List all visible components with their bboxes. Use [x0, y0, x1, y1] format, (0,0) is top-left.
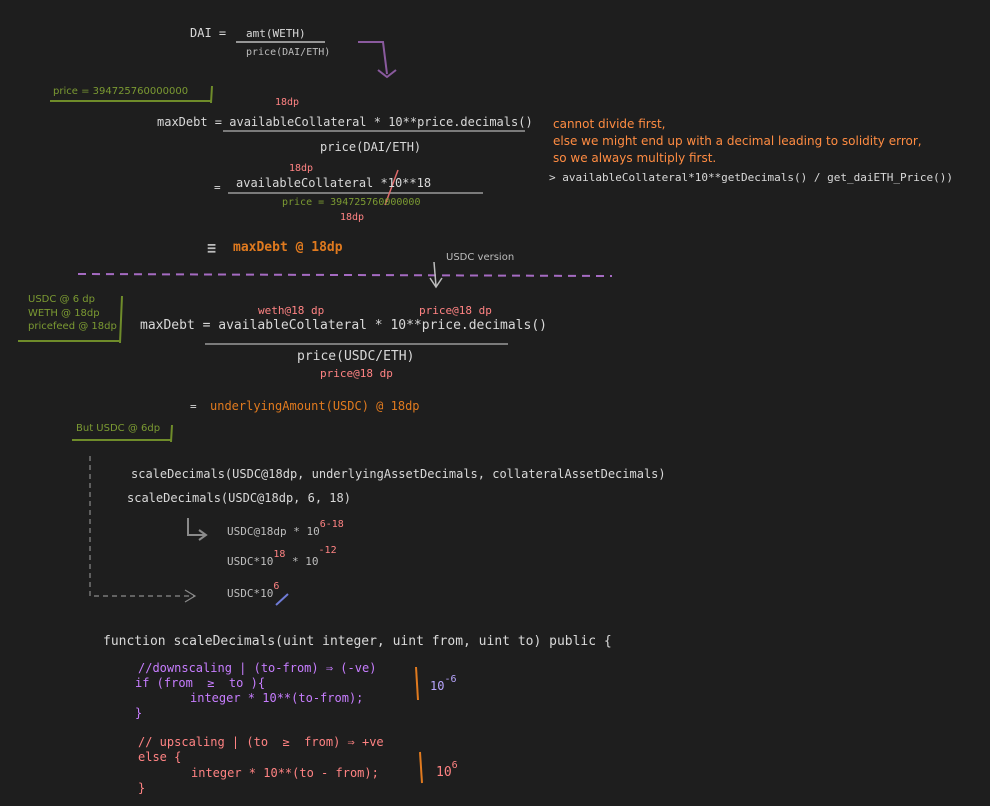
- eq-sign-1: =: [214, 181, 221, 194]
- downscale-comment: //downscaling | (to-from) ⇒ (-ve): [138, 661, 377, 675]
- numerator-2: availableCollateral *10**18: [236, 176, 432, 190]
- side-note-line2: else we might end up with a decimal lead…: [553, 134, 922, 148]
- dp18-label-a: 18dp: [275, 97, 300, 108]
- usdc-den-label: price@18 dp: [320, 367, 393, 380]
- scale-step-2: USDC*1018 * 10-12: [227, 545, 337, 568]
- equiv-sign: ≡: [207, 239, 217, 257]
- upscale-body: integer * 10**(to - from);: [191, 766, 379, 780]
- price-note: price = 394725760000000: [53, 86, 189, 97]
- dai-denominator: price(DAI/ETH): [246, 47, 331, 58]
- maxdebt-denominator: price(DAI/ETH): [320, 140, 422, 154]
- dp18-label-c: 18dp: [340, 212, 365, 223]
- downscale-body: integer * 10**(to-from);: [190, 691, 364, 705]
- side-note-line3: so we always multiply first.: [553, 151, 717, 165]
- usdc-maxdebt-formula: maxDebt = availableCollateral * 10**pric…: [140, 318, 547, 333]
- usdc-version-label: USDC version: [446, 252, 515, 263]
- denominator-2: price = 394725760000000: [282, 197, 421, 208]
- dp18-label-b: 18dp: [289, 163, 314, 174]
- usdc-result: underlyingAmount(USDC) @ 18dp: [210, 399, 420, 413]
- scale-call-2: scaleDecimals(USDC@18dp, 6, 18): [127, 491, 351, 505]
- maxdebt-formula: maxDebt = availableCollateral * 10**pric…: [157, 115, 533, 129]
- else-close: }: [138, 781, 146, 795]
- side-note-code: > availableCollateral*10**getDecimals() …: [549, 171, 953, 184]
- maxdebt-result: maxDebt @ 18dp: [233, 240, 343, 255]
- downscale-note: 10-6: [430, 674, 457, 693]
- scale-step-3: USDC*106: [227, 581, 280, 600]
- usdc-note-2: WETH @ 18dp: [28, 308, 100, 319]
- dai-numerator: amt(WETH): [246, 27, 306, 40]
- dai-label: DAI =: [190, 26, 227, 40]
- usdc-formula-denominator: price(USDC/ETH): [297, 349, 415, 364]
- usdc-note-3: pricefeed @ 18dp: [28, 321, 117, 332]
- usdc-note-1: USDC @ 6 dp: [28, 294, 95, 305]
- side-note-line1: cannot divide first,: [553, 117, 666, 131]
- else-line: else {: [138, 750, 182, 764]
- scale-step-1: USDC@18dp * 106-18: [227, 519, 344, 538]
- if-line: if (from ≥ to ){: [135, 676, 266, 690]
- upscale-comment: // upscaling | (to ≥ from) ⇒ +ve: [138, 735, 384, 749]
- if-close: }: [135, 706, 143, 720]
- function-signature: function scaleDecimals(uint integer, uin…: [103, 634, 612, 649]
- scale-call-1: scaleDecimals(USDC@18dp, underlyingAsset…: [131, 467, 666, 481]
- price-label: price@18 dp: [419, 304, 492, 317]
- but-usdc-note: But USDC @ 6dp: [76, 423, 161, 434]
- weth-label: weth@18 dp: [258, 304, 325, 317]
- eq-sign-2: =: [190, 400, 197, 413]
- upscale-note: 106: [436, 760, 458, 780]
